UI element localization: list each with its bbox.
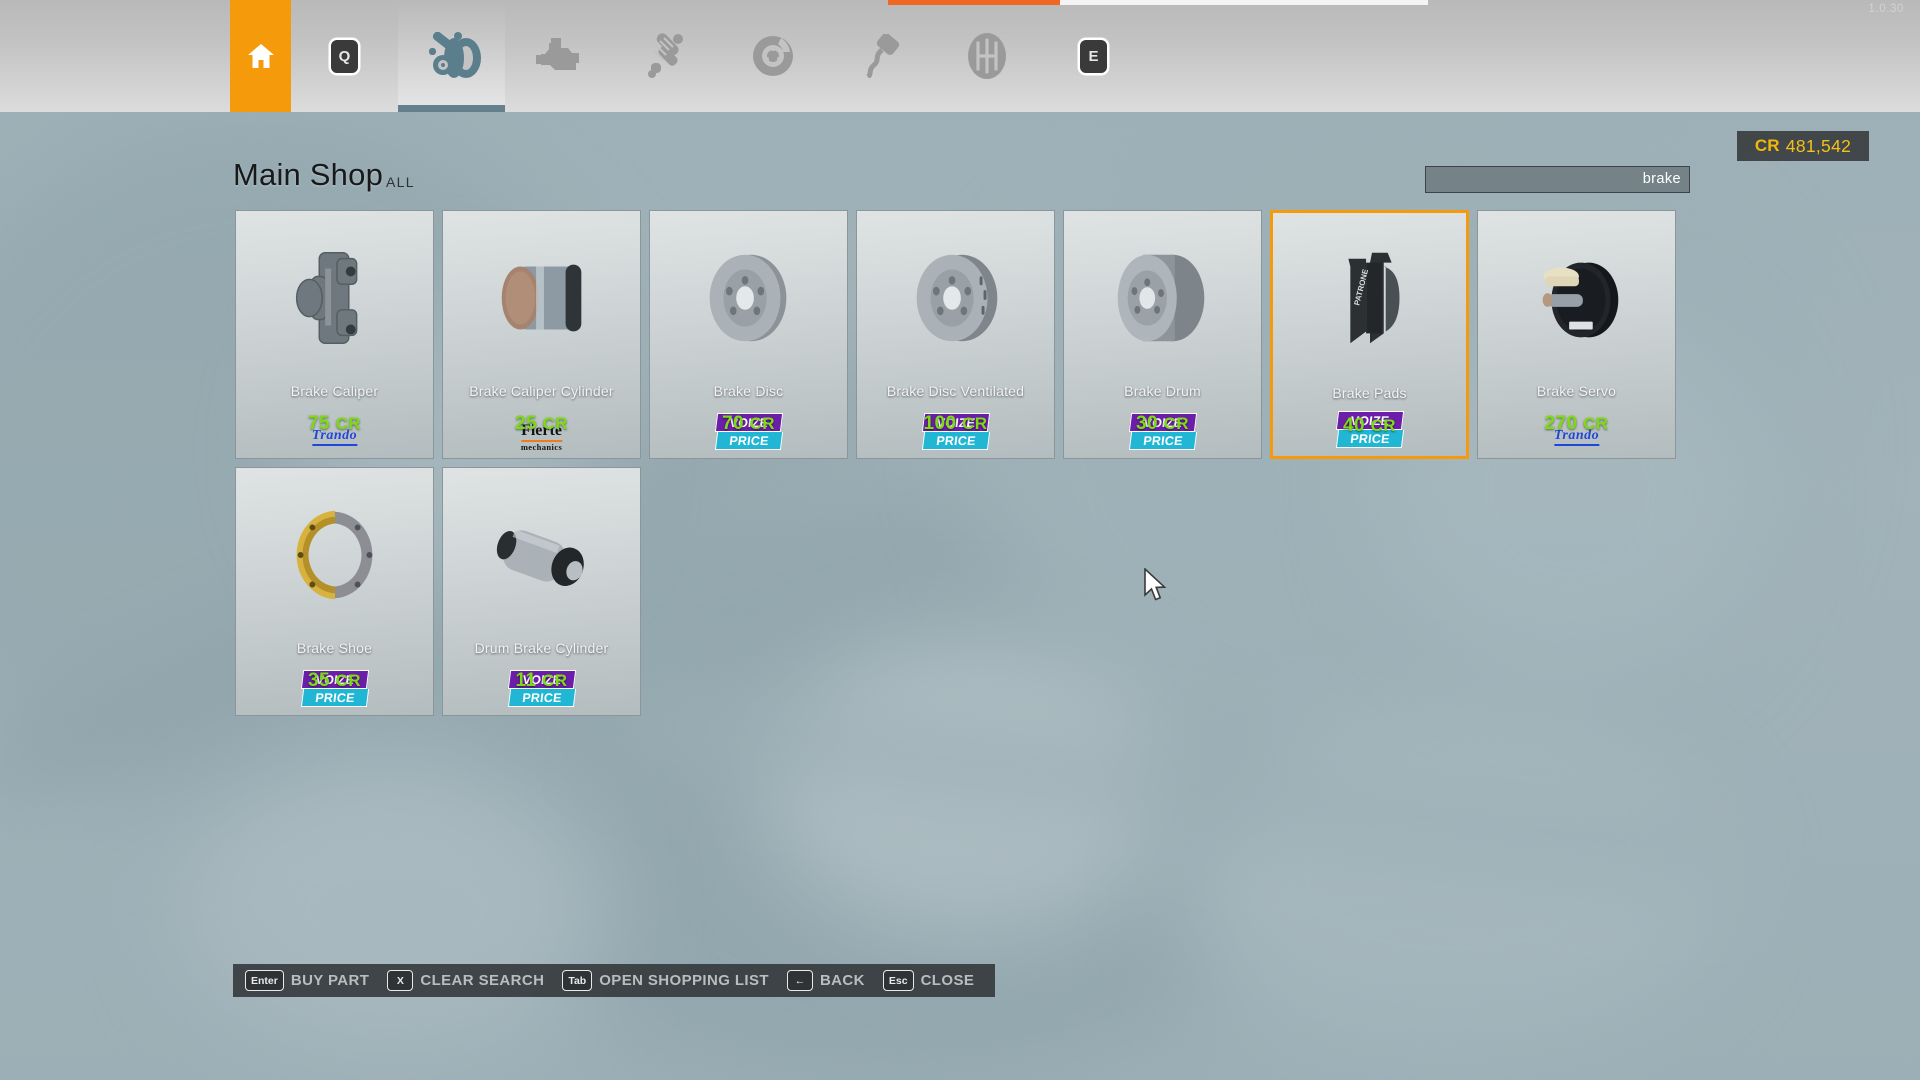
shop-item-name: Brake Pads [1332,385,1407,401]
shop-item-price-unit: CR [962,414,988,433]
key-hint[interactable]: Enter BUY PART [245,970,369,991]
credits-currency-label: CR [1754,136,1780,155]
shop-item-price-unit: CR [1583,414,1609,433]
shop-item-price: 30 CR [1064,413,1261,435]
shop-item-price-value: 35 [308,670,330,691]
search-input[interactable]: brake [1425,166,1690,193]
shop-item-name: Drum Brake Cylinder [474,640,609,656]
key-hint-cap: Enter [245,970,284,991]
key-hint-label: BACK [819,972,865,989]
shop-item-name: Brake Shoe [296,640,373,656]
shop-item-price: 75 CR [236,413,433,435]
shop-item-card[interactable]: VOIZE PRICE Brake Disc Ventilated 100 CR [856,210,1055,459]
mouse-cursor [1144,568,1167,601]
shop-item-price-value: 75 [308,413,330,434]
shop-item-price-value: 70 [722,413,744,434]
shop-item-row: Trando Brake Caliper 75 CR Fierte mechan… [235,210,1695,459]
shop-item-name: Brake Disc Ventilated [886,383,1025,399]
shop-item-card[interactable]: PATRONE VOIZE PRICE Brake Pads 40 CR [1270,210,1469,459]
shop-item-grid: Trando Brake Caliper 75 CR Fierte mechan… [235,210,1695,724]
shop-item-price-unit: CR [1163,414,1189,433]
shop-item-name: Brake Caliper [290,383,379,399]
shop-item-card[interactable]: Trando Brake Caliper 75 CR [235,210,434,459]
shop-item-price-unit: CR [335,414,361,433]
key-hint-label: OPEN SHOPPING LIST [599,972,769,989]
shop-item-price: 270 CR [1478,413,1675,435]
key-hint[interactable]: Tab OPEN SHOPPING LIST [562,970,769,991]
key-hint-cap: Esc [882,970,914,991]
shop-item-image [443,215,640,381]
key-hint-label: CLEAR SEARCH [420,972,545,989]
key-hints-bar: Enter BUY PART X CLEAR SEARCH Tab OPEN S… [233,964,996,997]
shop-item-price-value: 270 [1544,413,1578,434]
search-value: brake [1642,171,1681,187]
shop-item-name: Brake Disc [713,383,784,399]
key-hint[interactable]: Esc CLOSE [882,970,975,991]
shop-item-name: Brake Drum [1124,383,1201,399]
credits-display: CR 481,542 [1737,131,1869,161]
key-hint-label: CLOSE [920,972,975,989]
shop-item-row: VOIZE PRICE Brake Shoe 35 CR VOIZE PRICE… [235,467,1695,716]
key-hint-cap: X [387,970,414,991]
shop-item-price-value: 25 [515,413,537,434]
shop-item-image [1478,215,1675,381]
fierte-logo-bottom: mechanics [520,442,563,452]
shop-item-price-unit: CR [542,414,568,433]
shop-item-name: Brake Servo [1536,383,1617,399]
shop-item-price-value: 40 [1343,415,1365,436]
shop-item-card[interactable]: VOIZE PRICE Brake Shoe 35 CR [235,467,434,716]
shop-item-image [857,215,1054,381]
page-filter-label: ALL [386,174,415,190]
shop-item-price: 35 CR [236,670,433,692]
shop-item-card[interactable]: Trando Brake Servo 270 CR [1477,210,1676,459]
shop-item-image: PATRONE [1273,217,1466,383]
shop-item-price: 25 CR [443,413,640,435]
key-hint-label: BUY PART [290,972,370,989]
shop-item-price-unit: CR [542,671,568,690]
shop-item-price-value: 30 [1136,413,1158,434]
key-hint-cap: Tab [562,970,593,991]
key-hint[interactable]: X CLEAR SEARCH [387,970,544,991]
shop-item-image [1064,215,1261,381]
shop-item-image [236,472,433,638]
shop-item-name: Brake Caliper Cylinder [469,383,614,399]
key-hint[interactable]: ← BACK [786,970,865,991]
shop-item-card[interactable]: VOIZE PRICE Drum Brake Cylinder 11 CR [442,467,641,716]
shop-item-image [443,472,640,638]
shop-item-card[interactable]: VOIZE PRICE Brake Disc 70 CR [649,210,848,459]
shop-item-price: 40 CR [1273,415,1466,437]
page-title: Main Shop [233,157,384,192]
shop-item-price: 11 CR [443,670,640,692]
shop-item-price-value: 100 [923,413,957,434]
shop-item-price-unit: CR [749,414,775,433]
shop-item-price-unit: CR [1370,416,1396,435]
shop-item-image [236,215,433,381]
shop-item-card[interactable]: VOIZE PRICE Brake Drum 30 CR [1063,210,1262,459]
shop-item-price: 100 CR [857,413,1054,435]
credits-amount: 481,542 [1785,135,1852,156]
key-hint-cap: ← [786,970,813,991]
shop-item-price-value: 11 [515,670,537,691]
shop-item-image [650,215,847,381]
shop-item-price: 70 CR [650,413,847,435]
shop-item-card[interactable]: Fierte mechanics Brake Caliper Cylinder … [442,210,641,459]
shop-item-price-unit: CR [335,671,361,690]
